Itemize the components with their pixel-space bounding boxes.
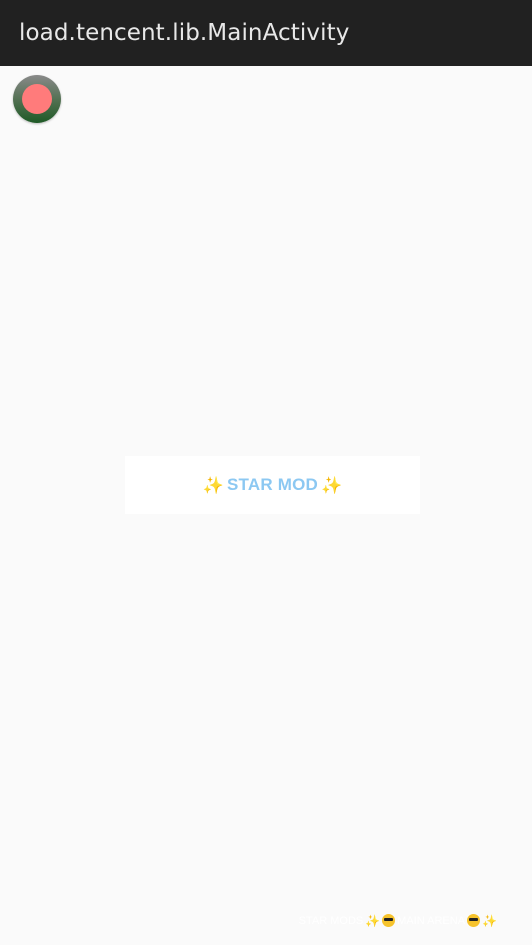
app-title: load.tencent.lib.MainActivity — [19, 20, 350, 46]
star-mod-label: STAR MOD — [227, 475, 318, 494]
sparkle-icon: ✨ — [365, 913, 381, 928]
record-dot-icon — [22, 84, 52, 114]
footer-credit: STAR MODS ✨ MAIN ARENA ✨ — [299, 914, 497, 927]
sunglasses-emoji-icon — [467, 914, 481, 927]
sunglasses-emoji-icon — [382, 914, 396, 927]
sparkle-icon: ✨ — [202, 475, 224, 495]
app-bar: load.tencent.lib.MainActivity — [0, 0, 532, 66]
floating-record-button[interactable] — [13, 75, 61, 123]
footer-credit-text: MAIN ARENA — [397, 914, 466, 927]
sparkle-icon: ✨ — [482, 913, 497, 928]
footer-credit-text: STAR MODS — [298, 914, 364, 927]
sparkle-icon: ✨ — [321, 475, 343, 495]
star-mod-button[interactable]: ✨ STAR MOD ✨ — [125, 456, 420, 514]
